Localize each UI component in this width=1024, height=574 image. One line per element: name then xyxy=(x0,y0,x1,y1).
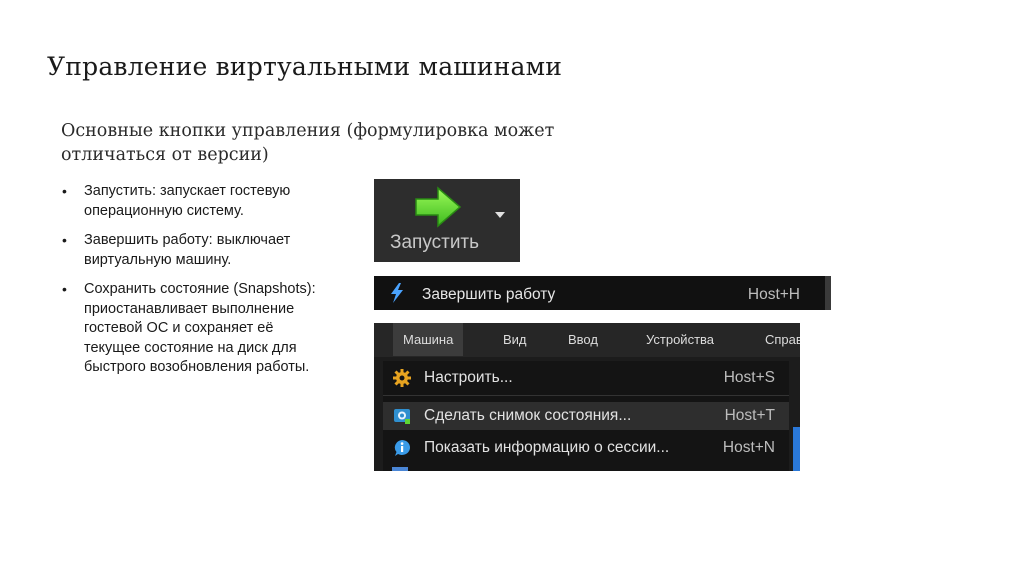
gear-icon xyxy=(393,369,411,387)
bullet-shutdown: Завершить работу: выключает виртуальную … xyxy=(60,231,330,270)
shutdown-menu-item[interactable]: Завершить работу Host+H xyxy=(374,276,831,310)
partial-menu-icon xyxy=(392,467,408,471)
settings-shortcut: Host+S xyxy=(723,369,775,386)
session-info-shortcut: Host+N xyxy=(722,439,775,456)
lightning-bolt-icon xyxy=(391,283,403,303)
menu-view[interactable]: Вид xyxy=(503,332,527,347)
menu-devices[interactable]: Устройства xyxy=(646,332,714,347)
menu-item-snapshot[interactable]: Сделать снимок состояния... Host+T xyxy=(383,402,789,430)
slide-subtitle: Основные кнопки управления (формулировка… xyxy=(61,121,555,165)
menu-help[interactable]: Справ xyxy=(765,332,800,347)
chevron-down-icon[interactable] xyxy=(495,212,505,218)
snapshot-shortcut: Host+T xyxy=(724,407,775,424)
menu-item-session-info[interactable]: Показать информацию о сессии... Host+N xyxy=(383,434,789,462)
bullet-snapshot: Сохранить состояние (Snapshots): приоста… xyxy=(60,280,330,378)
menu-separator xyxy=(383,395,789,396)
machine-dropdown: Настроить... Host+S Сделать снимок состо… xyxy=(383,361,789,471)
menu-input[interactable]: Ввод xyxy=(568,332,598,347)
info-icon xyxy=(394,440,410,456)
bullet-start: Запустить: запускает гостевую операционн… xyxy=(60,182,330,221)
settings-label: Настроить... xyxy=(424,369,513,386)
snapshot-icon xyxy=(394,409,410,424)
menu-item-settings[interactable]: Настроить... Host+S xyxy=(383,364,789,392)
scrollbar[interactable] xyxy=(793,427,800,471)
slide-title: Управление виртуальными машинами xyxy=(47,52,563,81)
bullet-list: Запустить: запускает гостевую операционн… xyxy=(60,182,330,388)
shutdown-label: Завершить работу xyxy=(422,286,556,303)
session-info-label: Показать информацию о сессии... xyxy=(424,439,670,456)
green-arrow-right-icon xyxy=(415,186,462,228)
machine-menu-screenshot: Машина Вид Ввод Устройства Справ Настрои… xyxy=(374,323,800,471)
menu-bar: Машина Вид Ввод Устройства Справ xyxy=(374,323,800,357)
snapshot-label: Сделать снимок состояния... xyxy=(424,407,632,424)
launch-button[interactable]: Запустить xyxy=(374,179,520,262)
menu-machine[interactable]: Машина xyxy=(393,323,464,356)
shutdown-shortcut: Host+H xyxy=(747,286,800,303)
launch-label: Запустить xyxy=(390,232,480,253)
